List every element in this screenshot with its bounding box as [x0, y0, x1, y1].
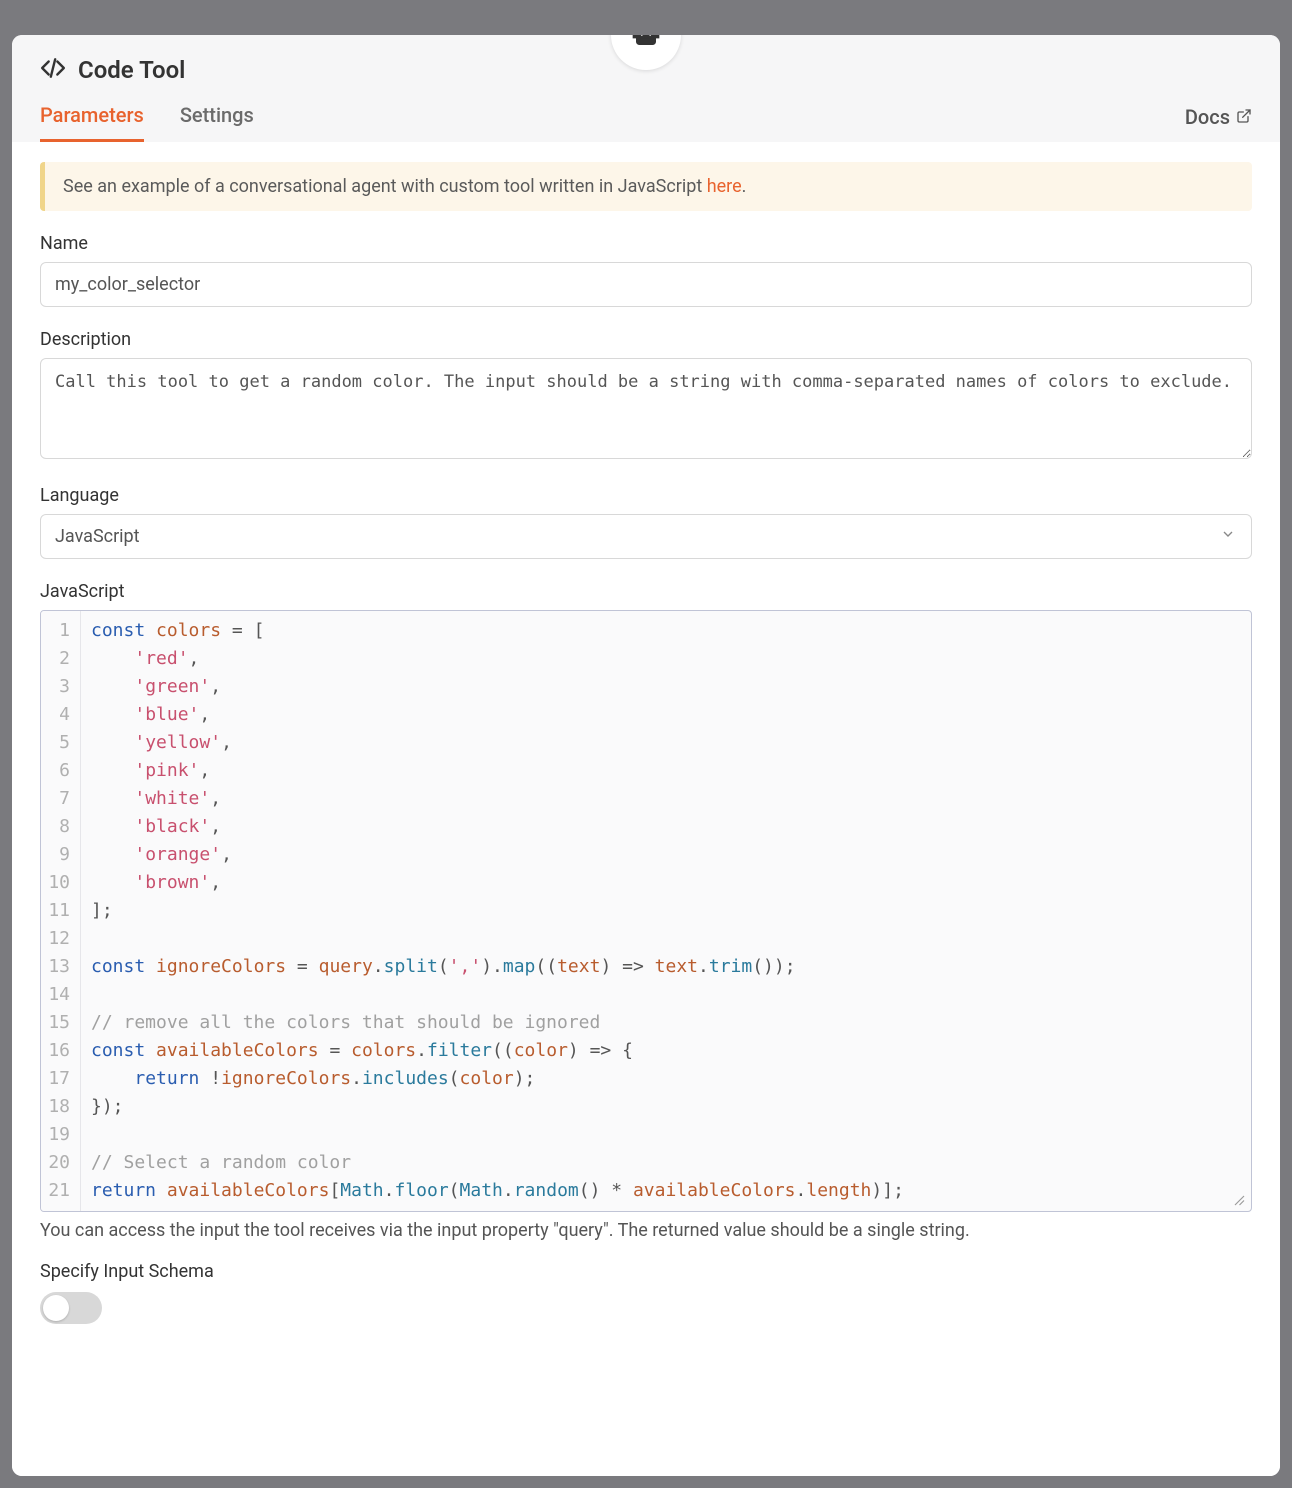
code-editor[interactable]: 123456789101112131415161718192021 const … [40, 610, 1252, 1212]
docs-link[interactable]: Docs [1185, 105, 1252, 141]
example-banner: See an example of a conversational agent… [40, 162, 1252, 211]
external-link-icon [1236, 105, 1252, 129]
tab-parameters[interactable]: Parameters [40, 103, 144, 142]
language-label: Language [40, 485, 1252, 506]
banner-text-suffix: . [742, 176, 747, 197]
name-label: Name [40, 233, 1252, 254]
modal-content: See an example of a conversational agent… [12, 142, 1280, 1476]
toggle-knob [43, 1295, 69, 1321]
code-icon [40, 55, 66, 85]
banner-link[interactable]: here [707, 176, 742, 197]
schema-toggle[interactable] [40, 1292, 102, 1324]
docs-label: Docs [1185, 105, 1230, 129]
resize-handle-icon[interactable] [1229, 1189, 1247, 1207]
tab-settings[interactable]: Settings [180, 103, 254, 142]
code-gutter: 123456789101112131415161718192021 [41, 611, 81, 1211]
description-label: Description [40, 329, 1252, 350]
name-input[interactable] [40, 262, 1252, 307]
language-select[interactable]: JavaScript [40, 514, 1252, 559]
banner-text-prefix: See an example of a conversational agent… [63, 176, 707, 197]
code-helper-text: You can access the input the tool receiv… [40, 1220, 1252, 1241]
modal-title: Code Tool [78, 56, 185, 84]
tabs: Parameters Settings [40, 103, 254, 142]
code-tool-modal: Code Tool Parameters Settings Docs [12, 35, 1280, 1476]
code-lines[interactable]: const colors = [ 'red', 'green', 'blue',… [81, 611, 1251, 1211]
code-label: JavaScript [40, 581, 1252, 602]
schema-label: Specify Input Schema [40, 1261, 1252, 1282]
description-input[interactable]: Call this tool to get a random color. Th… [40, 358, 1252, 459]
